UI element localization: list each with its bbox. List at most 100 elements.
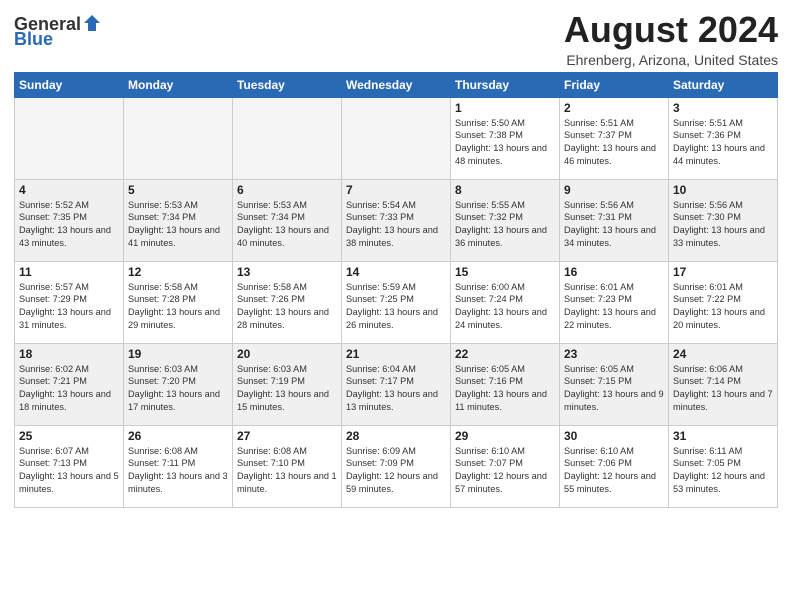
day-number: 14 <box>346 265 446 279</box>
table-row: 10 Sunrise: 5:56 AMSunset: 7:30 PMDayligh… <box>669 179 778 261</box>
day-info: Sunrise: 6:10 AMSunset: 7:07 PMDaylight:… <box>455 445 555 497</box>
table-row: 26 Sunrise: 6:08 AMSunset: 7:11 PMDayligh… <box>124 425 233 507</box>
day-info: Sunrise: 6:08 AMSunset: 7:11 PMDaylight:… <box>128 445 228 497</box>
table-row: 5 Sunrise: 5:53 AMSunset: 7:34 PMDaylight… <box>124 179 233 261</box>
table-row <box>15 97 124 179</box>
day-info: Sunrise: 5:57 AMSunset: 7:29 PMDaylight:… <box>19 281 119 333</box>
day-info: Sunrise: 5:58 AMSunset: 7:26 PMDaylight:… <box>237 281 337 333</box>
table-row: 1 Sunrise: 5:50 AMSunset: 7:38 PMDaylight… <box>451 97 560 179</box>
header-sunday: Sunday <box>15 72 124 97</box>
day-info: Sunrise: 6:04 AMSunset: 7:17 PMDaylight:… <box>346 363 446 415</box>
day-number: 1 <box>455 101 555 115</box>
day-number: 19 <box>128 347 228 361</box>
day-number: 16 <box>564 265 664 279</box>
day-info: Sunrise: 5:51 AMSunset: 7:36 PMDaylight:… <box>673 117 773 169</box>
day-info: Sunrise: 6:08 AMSunset: 7:10 PMDaylight:… <box>237 445 337 497</box>
table-row: 16 Sunrise: 6:01 AMSunset: 7:23 PMDayligh… <box>560 261 669 343</box>
table-row: 29 Sunrise: 6:10 AMSunset: 7:07 PMDayligh… <box>451 425 560 507</box>
header-wednesday: Wednesday <box>342 72 451 97</box>
day-info: Sunrise: 6:00 AMSunset: 7:24 PMDaylight:… <box>455 281 555 333</box>
day-info: Sunrise: 5:54 AMSunset: 7:33 PMDaylight:… <box>346 199 446 251</box>
location-text: Ehrenberg, Arizona, United States <box>564 52 778 68</box>
table-row: 22Sunrise: 6:05 AMSunset: 7:16 PMDayligh… <box>451 343 560 425</box>
day-number: 5 <box>128 183 228 197</box>
day-info: Sunrise: 6:07 AMSunset: 7:13 PMDaylight:… <box>19 445 119 497</box>
day-number: 22 <box>455 347 555 361</box>
day-info: Sunrise: 5:53 AMSunset: 7:34 PMDaylight:… <box>237 199 337 251</box>
table-row: 14 Sunrise: 5:59 AMSunset: 7:25 PMDayligh… <box>342 261 451 343</box>
day-number: 2 <box>564 101 664 115</box>
table-row: 27 Sunrise: 6:08 AMSunset: 7:10 PMDayligh… <box>233 425 342 507</box>
table-row: 28 Sunrise: 6:09 AMSunset: 7:09 PMDayligh… <box>342 425 451 507</box>
day-info: Sunrise: 5:56 AMSunset: 7:31 PMDaylight:… <box>564 199 664 251</box>
day-info: Sunrise: 5:52 AMSunset: 7:35 PMDaylight:… <box>19 199 119 251</box>
day-number: 28 <box>346 429 446 443</box>
day-number: 13 <box>237 265 337 279</box>
table-row: 25 Sunrise: 6:07 AMSunset: 7:13 PMDayligh… <box>15 425 124 507</box>
title-area: August 2024 Ehrenberg, Arizona, United S… <box>564 10 778 68</box>
day-number: 9 <box>564 183 664 197</box>
header-friday: Friday <box>560 72 669 97</box>
day-info: Sunrise: 6:06 AMSunset: 7:14 PMDaylight:… <box>673 363 773 415</box>
day-info: Sunrise: 6:01 AMSunset: 7:22 PMDaylight:… <box>673 281 773 333</box>
header: General Blue August 2024 Ehrenberg, Ariz… <box>14 10 778 68</box>
table-row: 19 Sunrise: 6:03 AMSunset: 7:20 PMDayligh… <box>124 343 233 425</box>
day-number: 6 <box>237 183 337 197</box>
table-row: 23 Sunrise: 6:05 AMSunset: 7:15 PMDayligh… <box>560 343 669 425</box>
day-number: 7 <box>346 183 446 197</box>
day-info: Sunrise: 5:58 AMSunset: 7:28 PMDaylight:… <box>128 281 228 333</box>
table-row: 15 Sunrise: 6:00 AMSunset: 7:24 PMDayligh… <box>451 261 560 343</box>
day-number: 30 <box>564 429 664 443</box>
day-number: 26 <box>128 429 228 443</box>
day-number: 20 <box>237 347 337 361</box>
day-number: 31 <box>673 429 773 443</box>
day-info: Sunrise: 6:01 AMSunset: 7:23 PMDaylight:… <box>564 281 664 333</box>
day-info: Sunrise: 6:10 AMSunset: 7:06 PMDaylight:… <box>564 445 664 497</box>
day-info: Sunrise: 6:05 AMSunset: 7:15 PMDaylight:… <box>564 363 664 415</box>
table-row: 18 Sunrise: 6:02 AMSunset: 7:21 PMDayligh… <box>15 343 124 425</box>
day-number: 3 <box>673 101 773 115</box>
table-row: 8Sunrise: 5:55 AMSunset: 7:32 PMDaylight… <box>451 179 560 261</box>
header-monday: Monday <box>124 72 233 97</box>
logo: General Blue <box>14 14 102 50</box>
header-thursday: Thursday <box>451 72 560 97</box>
table-row <box>124 97 233 179</box>
day-number: 18 <box>19 347 119 361</box>
day-info: Sunrise: 5:59 AMSunset: 7:25 PMDaylight:… <box>346 281 446 333</box>
table-row: 30 Sunrise: 6:10 AMSunset: 7:06 PMDayligh… <box>560 425 669 507</box>
day-info: Sunrise: 5:56 AMSunset: 7:30 PMDaylight:… <box>673 199 773 251</box>
day-number: 27 <box>237 429 337 443</box>
table-row <box>342 97 451 179</box>
table-row: 12 Sunrise: 5:58 AMSunset: 7:28 PMDayligh… <box>124 261 233 343</box>
table-row: 6 Sunrise: 5:53 AMSunset: 7:34 PMDaylight… <box>233 179 342 261</box>
day-number: 10 <box>673 183 773 197</box>
day-info: Sunrise: 5:51 AMSunset: 7:37 PMDaylight:… <box>564 117 664 169</box>
day-info: Sunrise: 6:02 AMSunset: 7:21 PMDaylight:… <box>19 363 119 415</box>
table-row: 13 Sunrise: 5:58 AMSunset: 7:26 PMDayligh… <box>233 261 342 343</box>
table-row: 2 Sunrise: 5:51 AMSunset: 7:37 PMDaylight… <box>560 97 669 179</box>
day-info: Sunrise: 6:03 AMSunset: 7:20 PMDaylight:… <box>128 363 228 415</box>
logo-icon <box>82 13 102 33</box>
table-row: 3 Sunrise: 5:51 AMSunset: 7:36 PMDaylight… <box>669 97 778 179</box>
table-row: 7 Sunrise: 5:54 AMSunset: 7:33 PMDaylight… <box>342 179 451 261</box>
day-number: 12 <box>128 265 228 279</box>
day-number: 29 <box>455 429 555 443</box>
day-number: 21 <box>346 347 446 361</box>
header-saturday: Saturday <box>669 72 778 97</box>
day-info: Sunrise: 5:53 AMSunset: 7:34 PMDaylight:… <box>128 199 228 251</box>
header-tuesday: Tuesday <box>233 72 342 97</box>
day-number: 23 <box>564 347 664 361</box>
month-title: August 2024 <box>564 10 778 50</box>
table-row: 24Sunrise: 6:06 AMSunset: 7:14 PMDayligh… <box>669 343 778 425</box>
calendar-table: Sunday Monday Tuesday Wednesday Thursday… <box>14 72 778 508</box>
table-row <box>233 97 342 179</box>
day-info: Sunrise: 5:50 AMSunset: 7:38 PMDaylight:… <box>455 117 555 169</box>
logo-blue-text: Blue <box>14 29 53 50</box>
table-row: 20Sunrise: 6:03 AMSunset: 7:19 PMDayligh… <box>233 343 342 425</box>
day-info: Sunrise: 5:55 AMSunset: 7:32 PMDaylight:… <box>455 199 555 251</box>
table-row: 4Sunrise: 5:52 AMSunset: 7:35 PMDaylight… <box>15 179 124 261</box>
day-number: 15 <box>455 265 555 279</box>
day-info: Sunrise: 6:09 AMSunset: 7:09 PMDaylight:… <box>346 445 446 497</box>
day-number: 25 <box>19 429 119 443</box>
table-row: 9 Sunrise: 5:56 AMSunset: 7:31 PMDaylight… <box>560 179 669 261</box>
